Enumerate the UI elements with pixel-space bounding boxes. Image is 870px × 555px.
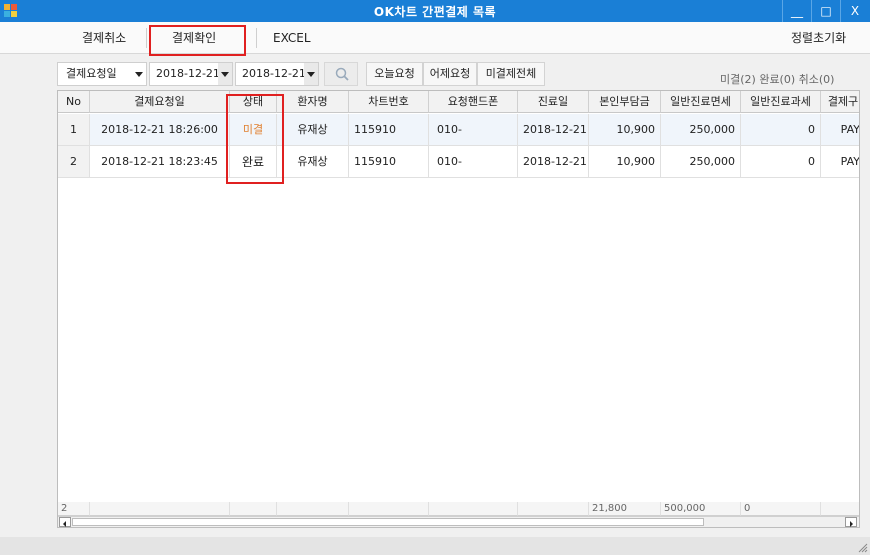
exempt-cell: 250,000 bbox=[661, 146, 741, 178]
copay-cell: 10,900 bbox=[589, 114, 661, 146]
footer-cell bbox=[90, 502, 230, 516]
column-header-taxable[interactable]: 일반진료과세 bbox=[741, 91, 821, 113]
horizontal-scrollbar[interactable] bbox=[58, 516, 859, 527]
patient-cell: 유재상 bbox=[277, 146, 349, 178]
status-counts: 미결(2) 완료(0) 취소(0) bbox=[720, 73, 835, 86]
footer-taxable-total: 0 bbox=[741, 502, 821, 516]
footer-cell bbox=[821, 502, 859, 516]
excel-export-button[interactable]: EXCEL bbox=[273, 22, 311, 54]
maximize-button[interactable]: □ bbox=[811, 0, 840, 22]
toolbar-divider bbox=[146, 28, 147, 48]
column-header-exempt[interactable]: 일반진료면세 bbox=[661, 91, 741, 113]
today-request-button[interactable]: 오늘요청 bbox=[366, 62, 423, 86]
date-from-picker[interactable]: 2018-12-21 bbox=[149, 62, 233, 86]
footer-count: 2 bbox=[58, 502, 90, 516]
highlight-box-status bbox=[226, 94, 284, 184]
taxable-cell: 0 bbox=[741, 114, 821, 146]
request-date-cell: 2018-12-21 18:23:45 bbox=[90, 146, 230, 178]
reset-sort-button[interactable]: 정렬초기화 bbox=[791, 22, 846, 54]
highlight-box-confirm bbox=[149, 25, 246, 56]
exempt-cell: 250,000 bbox=[661, 114, 741, 146]
status-bar bbox=[0, 537, 870, 555]
minimize-button[interactable]: __ bbox=[782, 0, 811, 22]
payment-grid: No 결제요청일 상태 환자명 차트번호 요청핸드폰 진료일 본인부담금 일반진… bbox=[57, 90, 860, 528]
scroll-thumb[interactable] bbox=[72, 518, 704, 526]
arrow-right-icon bbox=[850, 521, 853, 527]
footer-exempt-total: 500,000 bbox=[661, 502, 741, 516]
scroll-left-button[interactable] bbox=[59, 517, 71, 527]
date-type-value: 결제요청일 bbox=[66, 67, 117, 80]
close-button[interactable]: X bbox=[840, 0, 869, 22]
footer-cell bbox=[230, 502, 277, 516]
toolbar: 결제취소 결제확인 EXCEL 정렬초기화 bbox=[0, 22, 870, 54]
column-header-request-date[interactable]: 결제요청일 bbox=[90, 91, 230, 113]
column-header-visit-date[interactable]: 진료일 bbox=[518, 91, 589, 113]
magnifier-icon bbox=[335, 67, 349, 81]
column-header-no[interactable]: No bbox=[58, 91, 90, 113]
column-header-chart-no[interactable]: 차트번호 bbox=[349, 91, 429, 113]
request-date-cell: 2018-12-21 18:26:00 bbox=[90, 114, 230, 146]
footer-cell bbox=[349, 502, 429, 516]
scroll-right-button[interactable] bbox=[845, 517, 857, 527]
column-header-patient[interactable]: 환자명 bbox=[277, 91, 349, 113]
title-bar: OK차트 간편결제 목록 __ □ X bbox=[0, 0, 870, 22]
phone-cell: 010- bbox=[429, 146, 518, 178]
date-to-value: 2018-12-21 bbox=[242, 67, 306, 80]
chart-no-cell: 115910 bbox=[349, 146, 429, 178]
toolbar-divider bbox=[256, 28, 257, 48]
footer-copay-total: 21,800 bbox=[589, 502, 661, 516]
row-no: 2 bbox=[58, 146, 90, 178]
yesterday-request-button[interactable]: 어제요청 bbox=[423, 62, 477, 86]
date-from-value: 2018-12-21 bbox=[156, 67, 220, 80]
footer-cell bbox=[429, 502, 518, 516]
column-header-pay-type[interactable]: 결제구 bbox=[821, 91, 859, 113]
window-title: OK차트 간편결제 목록 bbox=[373, 5, 497, 19]
pay-type-cell: PAY bbox=[821, 114, 859, 146]
pay-type-cell: PAY bbox=[821, 146, 859, 178]
date-type-select[interactable]: 결제요청일 bbox=[57, 62, 147, 86]
column-header-copay[interactable]: 본인부담금 bbox=[589, 91, 661, 113]
resize-grip-icon[interactable] bbox=[856, 541, 868, 553]
row-no: 1 bbox=[58, 114, 90, 146]
date-to-picker[interactable]: 2018-12-21 bbox=[235, 62, 319, 86]
column-header-phone[interactable]: 요청핸드폰 bbox=[429, 91, 518, 113]
taxable-cell: 0 bbox=[741, 146, 821, 178]
arrow-left-icon bbox=[63, 521, 66, 527]
cancel-payment-button[interactable]: 결제취소 bbox=[82, 22, 126, 54]
footer-cell bbox=[277, 502, 349, 516]
chart-no-cell: 115910 bbox=[349, 114, 429, 146]
copay-cell: 10,900 bbox=[589, 146, 661, 178]
unpaid-all-button[interactable]: 미결제전체 bbox=[477, 62, 545, 86]
patient-cell: 유재상 bbox=[277, 114, 349, 146]
chevron-down-icon bbox=[221, 72, 229, 77]
footer-cell bbox=[518, 502, 589, 516]
visit-date-cell: 2018-12-21 bbox=[518, 146, 589, 178]
visit-date-cell: 2018-12-21 bbox=[518, 114, 589, 146]
chevron-down-icon bbox=[307, 72, 315, 77]
search-button[interactable] bbox=[324, 62, 358, 86]
chevron-down-icon bbox=[135, 72, 143, 77]
phone-cell: 010- bbox=[429, 114, 518, 146]
